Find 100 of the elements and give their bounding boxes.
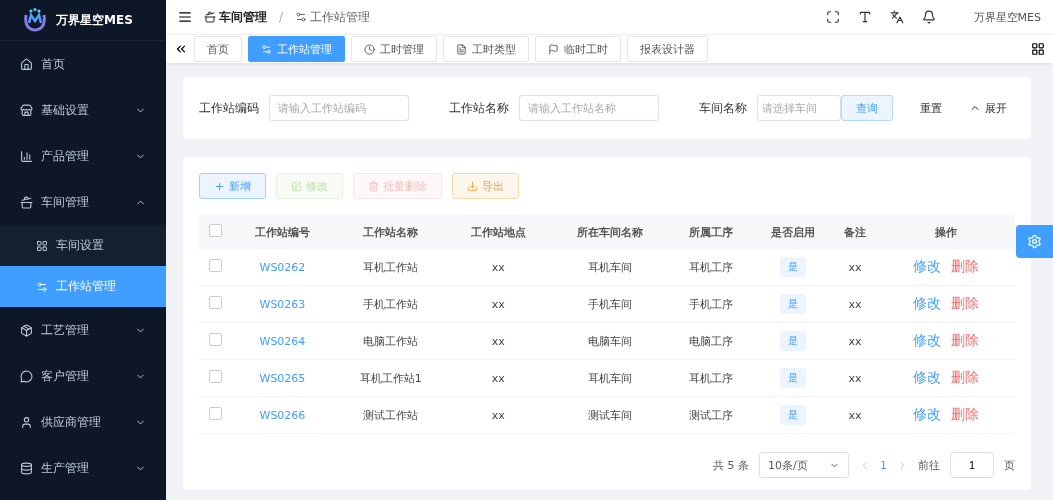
settings-button[interactable] [1016,225,1053,258]
table-cell: xx [833,249,877,286]
sidebar-item[interactable]: 生产管理 [0,445,166,491]
submenu-icon [36,239,48,252]
table-cell: xx [447,322,550,360]
sidebar-item[interactable]: 客户管理 [0,353,166,399]
table-cell: xx [833,359,877,397]
menu-item-icon [20,103,33,117]
download-icon [467,180,478,192]
column-header: 工作站地点 [447,215,550,249]
edit-link[interactable]: 修改 [912,369,941,385]
sidebar-subitem[interactable]: 工作站管理 [0,266,166,307]
delete-link[interactable]: 删除 [950,406,979,422]
delete-link[interactable]: 删除 [950,332,979,348]
tab[interactable]: 临时工时 [535,36,621,63]
tab[interactable]: 工时类型 [443,36,529,63]
code-link[interactable]: WS0264 [259,334,306,348]
menu-item-icon [20,415,33,429]
breadcrumb-separator: / [279,10,284,25]
table-cell: 耳机工序 [670,249,752,286]
table-cell: xx [833,396,877,434]
edit-icon [291,180,302,192]
page-number[interactable]: 1 [880,458,887,472]
status-tag: 是 [779,294,806,314]
tab[interactable]: 报表设计器 [627,36,708,63]
tab[interactable]: 工作站管理 [248,36,345,63]
translate-icon[interactable] [889,10,904,25]
edit-link[interactable]: 修改 [912,332,941,348]
table-cell: 测试工作站 [333,396,448,434]
sliders-icon [261,43,272,55]
flag-icon [548,43,559,55]
edit-link[interactable]: 修改 [912,258,941,274]
table-cell: 测试工序 [670,396,752,434]
status-tag: 是 [779,257,806,277]
font-size-icon[interactable] [857,10,872,25]
add-button[interactable]: 新增 [199,173,266,199]
table-cell: xx [447,396,550,434]
sliders-icon [295,11,308,24]
export-button[interactable]: 导出 [452,173,519,199]
tab[interactable]: 首页 [194,36,242,63]
edit-link[interactable]: 修改 [912,406,941,422]
goto-label: 前往 [918,457,940,473]
total-count: 共 5 条 [713,457,749,473]
brand-name: 万界星空MES [56,11,133,29]
column-header: 备注 [833,215,877,249]
column-header: 操作 [876,215,1015,249]
code-link[interactable]: WS0263 [259,297,306,311]
fullscreen-icon[interactable] [825,10,840,25]
menu-item-icon [20,149,33,163]
sidebar-item[interactable]: 工艺管理 [0,307,166,353]
select-field[interactable]: 请选择车间 [757,95,841,121]
checkbox[interactable] [208,333,222,346]
checkbox[interactable] [208,407,222,420]
delete-link[interactable]: 删除 [950,258,979,274]
sidebar-item[interactable]: 基础设置 [0,87,166,133]
breadcrumb-item[interactable]: 车间管理 [204,8,267,26]
delete-link[interactable]: 删除 [950,295,979,311]
field-label: 车间名称 [699,99,747,117]
edit-link[interactable]: 修改 [912,295,941,311]
sidebar-item[interactable]: 供应商管理 [0,399,166,445]
sidebar-subitem[interactable]: 车间设置 [0,225,166,266]
page-size-select[interactable]: 10条/页 [759,452,849,478]
table-cell: 耳机工作站1 [333,359,448,397]
delete-link[interactable]: 删除 [950,369,979,385]
sidebar-item[interactable]: 首页 [0,41,166,87]
table-cell: 测试车间 [549,396,670,434]
table-cell: 电脑工作站 [333,322,448,360]
status-tag: 是 [779,368,806,388]
checkbox[interactable] [208,224,222,237]
page-input[interactable]: 1 [950,452,994,478]
checkbox[interactable] [208,370,222,383]
tab[interactable]: 工时管理 [351,36,437,63]
menu-icon[interactable] [178,10,192,25]
code-link[interactable]: WS0262 [259,260,306,274]
trash-icon [368,180,379,192]
checkbox[interactable] [208,296,222,309]
input-field[interactable]: 请输入工作站名称 [519,95,659,121]
submenu-icon [36,280,48,293]
table-cell: 手机车间 [549,285,670,323]
query-button[interactable]: 查询 [841,95,893,121]
bell-icon[interactable] [921,10,936,25]
column-header: 所属工序 [670,215,752,249]
table-cell: xx [833,285,877,323]
expand-link[interactable]: 展开 [969,100,1007,116]
sidebar-item[interactable]: 车间管理 [0,179,166,225]
code-link[interactable]: WS0266 [259,408,306,422]
menu-item-icon [20,461,33,475]
input-field[interactable]: 请输入工作站编码 [269,95,409,121]
document-icon [456,43,467,55]
sidebar-item[interactable]: 产品管理 [0,133,166,179]
column-header: 是否启用 [751,215,834,249]
breadcrumb-item: 工作站管理 [295,8,371,26]
table-cell: 耳机工序 [670,359,752,397]
user-name[interactable]: 万界星空MES [973,9,1041,25]
table-cell: 耳机工作站 [333,249,448,286]
checkbox[interactable] [208,259,222,272]
code-link[interactable]: WS0265 [259,371,306,385]
grid-icon[interactable] [1031,42,1045,57]
logo-icon [22,7,48,33]
column-header: 工作站编号 [231,215,334,249]
